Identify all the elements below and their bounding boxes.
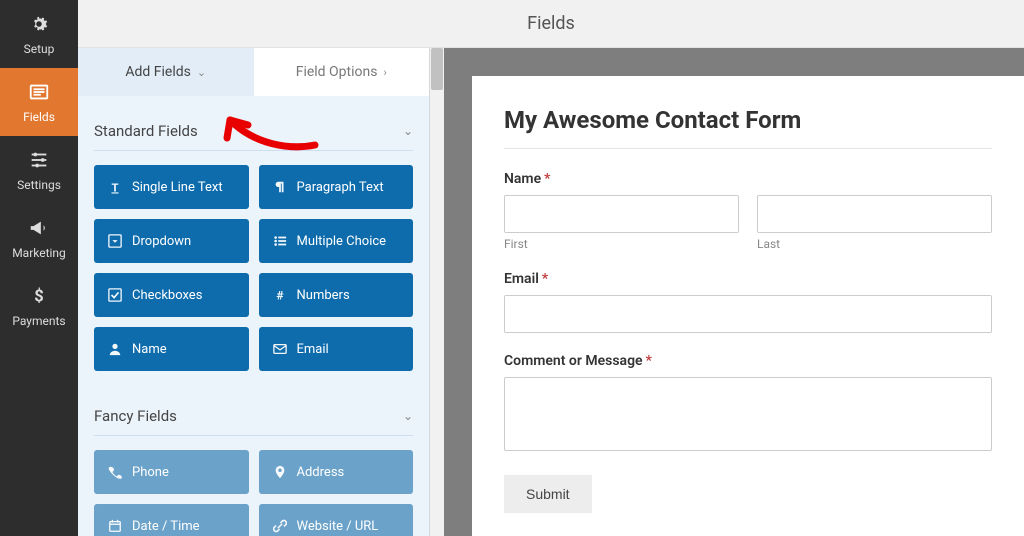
nav-item-fields[interactable]: Fields xyxy=(0,68,78,136)
submit-button[interactable]: Submit xyxy=(504,475,592,513)
section-title: Standard Fields xyxy=(94,122,198,140)
comment-textarea[interactable] xyxy=(504,377,992,451)
svg-text:T: T xyxy=(111,180,118,194)
field-label: Dropdown xyxy=(132,234,191,249)
email-label: Email* xyxy=(504,271,992,287)
field-phone[interactable]: Phone xyxy=(94,450,249,494)
field-date-time[interactable]: Date / Time xyxy=(94,504,249,536)
nav-item-settings[interactable]: Settings xyxy=(0,136,78,204)
builder-panel: Add Fields ⌄ Field Options › Standard Fi… xyxy=(78,48,430,536)
field-label: Numbers xyxy=(297,288,350,303)
field-label: Checkboxes xyxy=(132,288,202,303)
envelope-icon xyxy=(273,342,287,356)
field-checkboxes[interactable]: Checkboxes xyxy=(94,273,249,317)
section-fancy-fields[interactable]: Fancy Fields ⌄ xyxy=(94,391,413,436)
tab-add-fields[interactable]: Add Fields ⌄ xyxy=(78,48,254,96)
page-title: Fields xyxy=(527,13,575,34)
required-asterisk: * xyxy=(646,353,652,369)
svg-text:#: # xyxy=(276,288,284,302)
dollar-icon: $ xyxy=(28,285,50,310)
required-asterisk: * xyxy=(544,171,550,187)
field-label: Name xyxy=(132,342,167,357)
check-square-icon xyxy=(108,288,122,302)
field-label: Paragraph Text xyxy=(297,180,384,195)
field-website-url[interactable]: Website / URL xyxy=(259,504,414,536)
caret-square-icon xyxy=(108,234,122,248)
list-icon xyxy=(273,234,287,248)
sliders-icon xyxy=(28,149,50,174)
form-card: My Awesome Contact Form Name* First Last… xyxy=(472,76,1024,536)
field-label: Website / URL xyxy=(297,519,379,534)
tab-field-options[interactable]: Field Options › xyxy=(254,48,430,96)
standard-fields-grid: T Single Line Text Paragraph Text Dropdo… xyxy=(94,165,413,371)
nav-label: Marketing xyxy=(12,246,66,260)
field-group-comment: Comment or Message* xyxy=(504,353,992,455)
tab-label: Field Options xyxy=(296,64,378,80)
nav-label: Setup xyxy=(24,42,55,56)
required-asterisk: * xyxy=(542,271,548,287)
chevron-down-icon: ⌄ xyxy=(403,124,413,138)
field-group-email: Email* xyxy=(504,271,992,333)
nav-label: Settings xyxy=(17,178,61,192)
nav-item-payments[interactable]: $ Payments xyxy=(0,272,78,340)
field-email[interactable]: Email xyxy=(259,327,414,371)
field-label: Date / Time xyxy=(132,519,200,534)
last-sublabel: Last xyxy=(757,237,992,251)
gear-icon xyxy=(28,13,50,38)
field-label: Email xyxy=(297,342,329,357)
field-dropdown[interactable]: Dropdown xyxy=(94,219,249,263)
field-label: Address xyxy=(297,465,345,480)
field-numbers[interactable]: # Numbers xyxy=(259,273,414,317)
panel-tabs: Add Fields ⌄ Field Options › xyxy=(78,48,429,96)
tab-label: Add Fields xyxy=(125,64,191,80)
nav-label: Fields xyxy=(23,110,55,124)
top-bar: Fields xyxy=(78,0,1024,48)
text-t-icon: T xyxy=(108,180,122,194)
form-title: My Awesome Contact Form xyxy=(504,106,992,134)
field-label: Single Line Text xyxy=(132,180,223,195)
field-label: Phone xyxy=(132,465,169,480)
field-multiple-choice[interactable]: Multiple Choice xyxy=(259,219,414,263)
nav-label: Payments xyxy=(12,314,65,328)
svg-text:$: $ xyxy=(34,287,43,306)
field-group-name: Name* First Last xyxy=(504,171,992,251)
chevron-down-icon: ⌄ xyxy=(403,409,413,423)
field-label: Multiple Choice xyxy=(297,234,387,249)
field-paragraph-text[interactable]: Paragraph Text xyxy=(259,165,414,209)
pin-icon xyxy=(273,465,287,479)
preview-area: My Awesome Contact Form Name* First Last… xyxy=(444,48,1024,536)
first-name-input[interactable] xyxy=(504,195,739,233)
nav-item-marketing[interactable]: Marketing xyxy=(0,204,78,272)
email-input[interactable] xyxy=(504,295,992,333)
chevron-right-icon: › xyxy=(383,66,386,79)
field-address[interactable]: Address xyxy=(259,450,414,494)
link-icon xyxy=(273,519,287,533)
first-sublabel: First xyxy=(504,237,739,251)
scrollbar[interactable] xyxy=(430,48,444,536)
panel-body: Standard Fields ⌄ T Single Line Text Par… xyxy=(78,96,429,536)
calendar-icon xyxy=(108,519,122,533)
chevron-down-icon: ⌄ xyxy=(197,66,206,79)
divider xyxy=(504,148,992,149)
section-title: Fancy Fields xyxy=(94,407,177,425)
scrollbar-thumb[interactable] xyxy=(431,48,443,90)
fancy-fields-grid: Phone Address Date / Time Website / URL xyxy=(94,450,413,536)
comment-label: Comment or Message* xyxy=(504,353,992,369)
name-label: Name* xyxy=(504,171,992,187)
section-standard-fields[interactable]: Standard Fields ⌄ xyxy=(94,106,413,151)
user-icon xyxy=(108,342,122,356)
field-single-line-text[interactable]: T Single Line Text xyxy=(94,165,249,209)
nav-item-setup[interactable]: Setup xyxy=(0,0,78,68)
paragraph-icon xyxy=(273,180,287,194)
hash-icon: # xyxy=(273,288,287,302)
bullhorn-icon xyxy=(28,217,50,242)
form-icon xyxy=(28,81,50,106)
field-name[interactable]: Name xyxy=(94,327,249,371)
last-name-input[interactable] xyxy=(757,195,992,233)
phone-icon xyxy=(108,465,122,479)
left-nav: Setup Fields Settings Marketing $ Paymen… xyxy=(0,0,78,536)
